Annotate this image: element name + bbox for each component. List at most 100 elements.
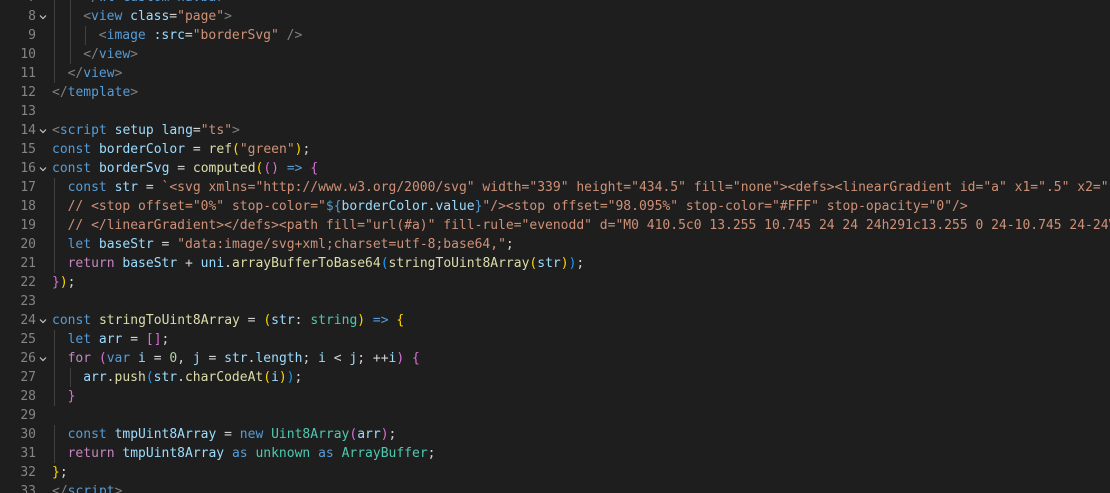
code-token: // <stop offset="0%" stop-color=": [67, 199, 326, 214]
code-token: script: [67, 484, 115, 493]
code-token: i: [138, 351, 146, 366]
chevron-down-icon[interactable]: [36, 311, 50, 330]
code-line[interactable]: 24 const stringToUint8Array = (str: strin…: [0, 311, 1110, 330]
chevron-down-icon[interactable]: [36, 121, 50, 140]
code-line[interactable]: 23: [0, 292, 1110, 311]
code-token: const: [52, 161, 92, 176]
code-token: =: [216, 427, 240, 442]
code-token: >: [232, 123, 240, 138]
code-token: :: [294, 313, 311, 328]
code-token: (): [263, 161, 280, 176]
line-code: <script setup lang="ts">: [52, 121, 240, 140]
code-line[interactable]: 8 <view class="page">: [0, 7, 1110, 26]
code-line[interactable]: 26 for (var i = 0, j = str.length; i < j;…: [0, 349, 1110, 368]
code-line[interactable]: 12 </template>: [0, 83, 1110, 102]
code-token: <: [52, 123, 60, 138]
code-token: 0: [169, 351, 178, 366]
code-line[interactable]: 31 return tmpUint8Array as unknown as Arr…: [0, 444, 1110, 463]
code-token: (: [232, 142, 240, 157]
line-number: 23: [20, 294, 36, 309]
code-line[interactable]: 15 const borderColor = ref("green");: [0, 140, 1110, 159]
code-token: ArrayBuffer: [341, 446, 428, 461]
chevron-down-icon[interactable]: [36, 159, 50, 178]
code-line[interactable]: 32};: [0, 463, 1110, 482]
code-token: ;: [67, 275, 76, 290]
code-token: class: [130, 9, 170, 24]
line-code: const tmpUint8Array = new Uint8Array(arr…: [68, 425, 397, 444]
code-token: (: [145, 370, 154, 385]
line-code: let baseStr = "data:image/svg+xml;charse…: [68, 235, 514, 254]
code-token: view: [83, 66, 115, 81]
code-token: .: [106, 370, 115, 385]
code-token: borderColor: [341, 199, 428, 214]
line-number: 30: [20, 427, 36, 442]
code-token: ;: [302, 142, 311, 157]
code-token: str: [271, 313, 295, 328]
line-number: 14: [20, 123, 36, 138]
code-token: push: [114, 370, 146, 385]
line-code: return tmpUint8Array as unknown as Array…: [68, 444, 436, 463]
code-token: >: [130, 85, 139, 100]
code-token: =>: [279, 161, 311, 176]
code-line[interactable]: 19 // </linearGradient></defs><path fill=…: [0, 216, 1110, 235]
line-number: 33: [20, 484, 36, 493]
chevron-down-icon[interactable]: [36, 7, 50, 26]
chevron-down-icon[interactable]: [36, 349, 50, 368]
line-number: 26: [20, 351, 36, 366]
code-line[interactable]: 30 const tmpUint8Array = new Uint8Array(a…: [0, 425, 1110, 444]
code-token: =: [192, 123, 201, 138]
code-line[interactable]: 25 let arr = [];: [0, 330, 1110, 349]
line-number: 8: [28, 9, 36, 24]
code-token: "data:image/svg+xml;charset=utf-8;base64…: [177, 237, 506, 252]
code-line[interactable]: 18 // <stop offset="0%" stop-color="${bor…: [0, 197, 1110, 216]
code-line[interactable]: 9 <image :src="borderSvg" />: [0, 26, 1110, 45]
code-line[interactable]: 21 return baseStr + uni.arrayBufferToBase…: [0, 254, 1110, 273]
code-line[interactable]: 7 </wl-custom-navbar>: [0, 0, 1110, 7]
code-token: setup: [114, 123, 154, 138]
line-code: };: [52, 463, 68, 482]
code-line[interactable]: 29: [0, 406, 1110, 425]
code-token: let: [67, 332, 92, 347]
code-line[interactable]: 33 </script>: [0, 482, 1110, 493]
code-token: "page": [177, 9, 225, 24]
code-token: >: [114, 66, 123, 81]
code-token: // </linearGradient></defs><path fill="u…: [67, 218, 1110, 233]
code-token: =: [169, 9, 178, 24]
code-line[interactable]: 14 <script setup lang="ts">: [0, 121, 1110, 140]
code-editor[interactable]: 7</wl-custom-navbar>8<view class="page">…: [0, 0, 1110, 493]
code-token: arrayBufferToBase64: [231, 256, 381, 271]
code-token: =: [169, 161, 193, 176]
line-number: 16: [20, 161, 36, 176]
code-token: view: [98, 47, 131, 62]
code-line[interactable]: 13: [0, 102, 1110, 121]
code-token: ;: [576, 256, 585, 271]
code-line[interactable]: 10 </view>: [0, 45, 1110, 64]
code-line[interactable]: 28}: [0, 387, 1110, 406]
line-code: for (var i = 0, j = str.length; i < j; +…: [68, 349, 420, 368]
line-number: 12: [20, 85, 36, 100]
code-token: as: [231, 446, 248, 461]
code-line[interactable]: 17 const str = `<svg xmlns="http://www.w3…: [0, 178, 1110, 197]
code-line[interactable]: 16 const borderSvg = computed(() => {: [0, 159, 1110, 178]
code-token: >: [224, 0, 232, 5]
code-token: +: [177, 256, 201, 271]
line-number: 15: [20, 142, 36, 157]
line-code: <image :src="borderSvg" />: [99, 26, 303, 45]
line-code: const borderColor = ref("green");: [52, 140, 310, 159]
line-number: 7: [0, 0, 36, 7]
code-line[interactable]: 22});: [0, 273, 1110, 292]
code-token: =: [239, 313, 264, 328]
code-line[interactable]: 11 </view>: [0, 64, 1110, 83]
line-number: 9: [28, 28, 36, 43]
code-token: (: [380, 256, 389, 271]
code-token: "borderSvg": [192, 28, 279, 43]
code-token: .: [224, 256, 232, 271]
code-line[interactable]: 27 arr.push(str.charCodeAt(i));: [0, 368, 1110, 387]
code-line[interactable]: 20 let baseStr = "data:image/svg+xml;char…: [0, 235, 1110, 254]
code-token: script: [59, 123, 107, 138]
